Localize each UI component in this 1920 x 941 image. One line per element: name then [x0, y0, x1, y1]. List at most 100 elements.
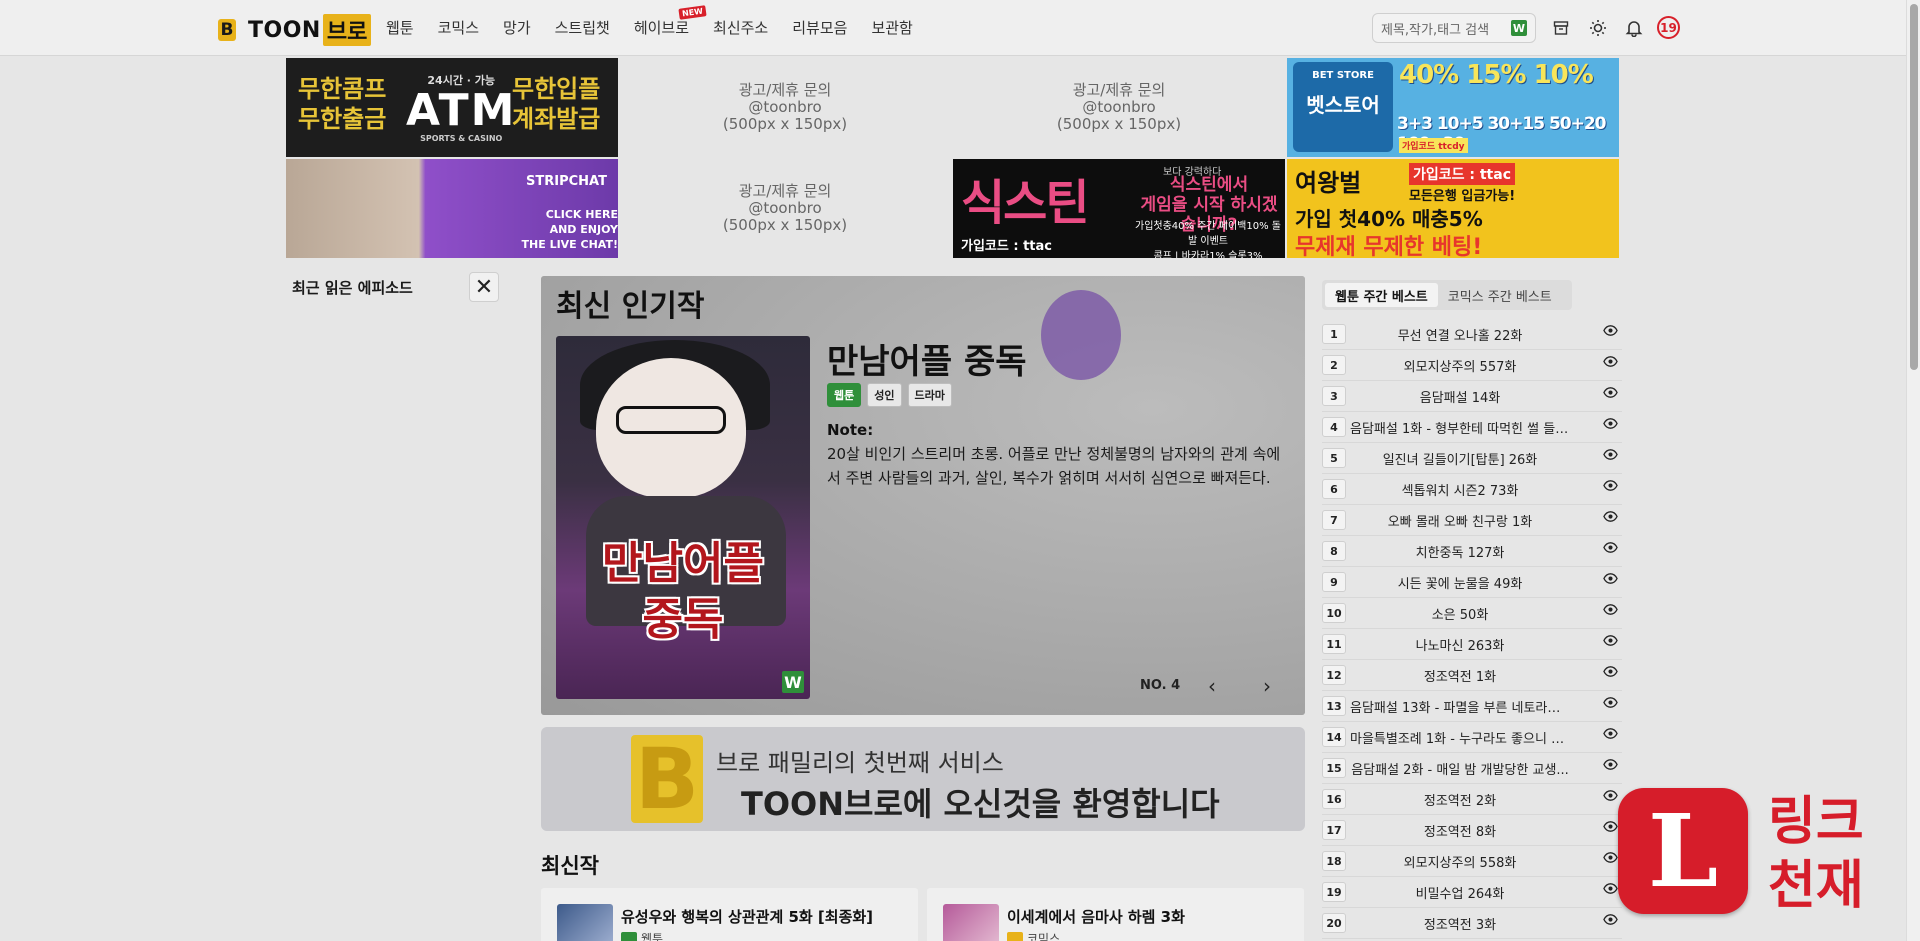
ad-queen-line2: 모든은행 입금가능!: [1409, 189, 1516, 204]
new-release-title: 이세계에서 음마사 하렘 3화: [1007, 908, 1185, 926]
ad-bet-pct: 40% 15% 10%: [1399, 60, 1594, 90]
nav-archive[interactable]: 보관함: [871, 17, 912, 38]
new-badge: NEW: [678, 5, 707, 20]
rank-title: 일진녀 길들이기[탑툰] 26화: [1382, 452, 1538, 468]
rank-row[interactable]: 20 정조역전 3화: [1322, 908, 1622, 939]
ad-placeholder-line: 광고/제휴 문의: [738, 182, 832, 200]
new-release-card[interactable]: 이세계에서 음마사 하렘 3화 코믹스: [927, 888, 1304, 941]
eye-icon: [1603, 819, 1618, 838]
nav-reviews[interactable]: 리뷰모음: [792, 17, 847, 38]
nav-comics[interactable]: 코믹스: [438, 17, 479, 38]
page-scrollbar[interactable]: [1906, 0, 1920, 941]
ad-strip-cta: CLICK HERE AND ENJOY THE LIVE CHAT!: [521, 208, 618, 251]
welcome-banner[interactable]: B 브로 패밀리의 첫번째 서비스 TOON브로에 오신것을 환영합니다: [541, 727, 1305, 831]
nav-latest-address[interactable]: 최신주소: [713, 17, 768, 38]
rank-title: 섹톱워치 시즌2 73화: [1401, 483, 1519, 499]
ad-placeholder-line: (500px x 150px): [1056, 115, 1182, 133]
rank-row[interactable]: 16 정조역전 2화: [1322, 784, 1622, 815]
rank-row[interactable]: 6 섹톱워치 시즌2 73화: [1322, 474, 1622, 505]
logo-toon-text: TOON: [248, 17, 321, 43]
rank-row[interactable]: 15 음담패설 2화 - 매일 밤 개발당한 교생...: [1322, 753, 1622, 784]
note-text: 20살 비인기 스트리머 초롱. 어플로 만난 정체불명의 남자와의 관계 속에…: [827, 445, 1281, 487]
weekly-best-list: 1 무선 연결 오나홀 22화 2 외모지상주의 557화 3 음담패설 14화 4 음담패설…: [1322, 319, 1622, 939]
rank-row[interactable]: 7 오빠 몰래 오빠 친구랑 1화: [1322, 505, 1622, 536]
tag-webtoon[interactable]: 웹툰: [827, 383, 862, 407]
hero-title[interactable]: 만남어플 중독: [827, 334, 1027, 383]
rank-row[interactable]: 12 정조역전 1화: [1322, 660, 1622, 691]
bell-icon[interactable]: [1623, 17, 1645, 39]
ad-placeholder-3[interactable]: 광고/제휴 문의 @toonbro (500px x 150px): [619, 159, 951, 258]
ad-placeholder-1[interactable]: 광고/제휴 문의 @toonbro (500px x 150px): [619, 58, 951, 157]
notification-count-badge[interactable]: 19: [1657, 16, 1680, 39]
rank-title: 치한중독 127화: [1415, 545, 1505, 561]
rank-row[interactable]: 8 치한중독 127화: [1322, 536, 1622, 567]
rank-row[interactable]: 19 비밀수업 264화: [1322, 877, 1622, 908]
tab-comics-weekly[interactable]: 코믹스 주간 베스트: [1438, 283, 1562, 307]
rank-row[interactable]: 18 외모지상주의 558화: [1322, 846, 1622, 877]
nav-manga[interactable]: 망가: [503, 17, 531, 38]
ad-queenbee-banner[interactable]: 여왕벌 가입코드 : ttac 모든은행 입금가능! 가입 첫40% 매충5% …: [1287, 159, 1619, 258]
rank-row[interactable]: 2 외모지상주의 557화: [1322, 350, 1622, 381]
rank-row[interactable]: 10 소은 50화: [1322, 598, 1622, 629]
nav-heybro[interactable]: 헤이브로 NEW: [634, 5, 707, 38]
rank-row[interactable]: 9 시든 꽃에 눈물을 49화: [1322, 567, 1622, 598]
eye-icon: [1603, 540, 1618, 559]
chevron-right-icon[interactable]: ›: [1263, 674, 1271, 698]
ad-placeholder-line: (500px x 150px): [722, 115, 848, 133]
rank-row[interactable]: 17 정조역전 8화: [1322, 815, 1622, 846]
site-logo[interactable]: B TOON 브로: [218, 14, 372, 46]
ad-betstore-banner[interactable]: BET STORE 벳스토어 40% 15% 10% 3+3 10+5 30+1…: [1287, 58, 1619, 157]
rank-title: 정조역전 1화: [1423, 669, 1497, 685]
ad-atm-big: ATM: [406, 85, 517, 136]
webtoon-w-icon[interactable]: W: [1511, 20, 1527, 36]
eye-icon: [1603, 602, 1618, 621]
nav-stripchat[interactable]: 스트립챗: [555, 17, 610, 38]
ad-atm-banner[interactable]: 무한콤프 무한출금 24시간 · 가능 ATM SPORTS & CASINO …: [286, 58, 618, 157]
scrollbar-thumb[interactable]: [1910, 4, 1918, 370]
ad-stripchat-banner[interactable]: STRIPCHAT CLICK HERE AND ENJOY THE LIVE …: [286, 159, 618, 258]
tag-drama[interactable]: 드라마: [907, 383, 952, 407]
eye-icon: [1603, 912, 1618, 931]
rank-title: 오빠 몰래 오빠 친구랑 1화: [1387, 514, 1533, 530]
rank-number: 10: [1322, 603, 1346, 623]
link-genius-logo[interactable]: L: [1618, 788, 1748, 914]
chevron-left-icon[interactable]: ‹: [1208, 674, 1216, 698]
welcome-line2: TOON브로에 오신것을 환영합니다: [741, 785, 1220, 823]
rank-number: 18: [1322, 851, 1346, 871]
rank-row[interactable]: 4 음담패설 1화 - 형부한테 따먹힌 썰 들려...: [1322, 412, 1622, 443]
rank-number: 14: [1322, 727, 1346, 747]
eye-icon: [1603, 416, 1618, 435]
tab-webtoon-weekly[interactable]: 웹툰 주간 베스트: [1325, 283, 1438, 307]
rank-title: 외모지상주의 558화: [1403, 855, 1517, 871]
category-label: 웹툰: [641, 932, 664, 941]
rank-row[interactable]: 5 일진녀 길들이기[탑툰] 26화: [1322, 443, 1622, 474]
new-releases-title: 최신작: [541, 854, 599, 878]
ad-placeholder-2[interactable]: 광고/제휴 문의 @toonbro (500px x 150px): [953, 58, 1285, 157]
cover-glasses: [616, 406, 726, 434]
rank-number: 17: [1322, 820, 1346, 840]
close-icon[interactable]: ✕: [469, 272, 499, 302]
search-input[interactable]: 제목,작가,태그 검색 W: [1372, 13, 1536, 43]
rank-row[interactable]: 11 나노마신 263화: [1322, 629, 1622, 660]
new-release-card[interactable]: 유성우와 행복의 상관관계 5화 [최종화] 웹툰: [541, 888, 918, 941]
rank-row[interactable]: 13 음담패설 13화 - 파멸을 부른 네토라세...: [1322, 691, 1622, 722]
tag-adult[interactable]: 성인: [867, 383, 902, 407]
sun-icon[interactable]: [1587, 17, 1609, 39]
rank-number: 6: [1322, 479, 1346, 499]
rank-title: 음담패설 2화 - 매일 밤 개발당한 교생...: [1351, 762, 1569, 778]
nav-webtoon[interactable]: 웹툰: [386, 17, 414, 38]
rank-row[interactable]: 1 무선 연결 오나홀 22화: [1322, 319, 1622, 350]
logo-bro-text: 브로: [322, 14, 372, 46]
archive-icon[interactable]: [1550, 17, 1572, 39]
ad-placeholder-line: @toonbro: [1082, 98, 1156, 116]
ad-bet-logo: BET STORE 벳스토어: [1293, 62, 1393, 152]
hero-cover-image[interactable]: 만남어플 중독 W: [556, 336, 810, 699]
ad-sixteen-banner[interactable]: 식스틴 가입코드 : ttac 보다 강력하다 식스틴에서 게임을 시작 하시겠…: [953, 159, 1285, 258]
search-placeholder: 제목,작가,태그 검색: [1381, 22, 1490, 38]
ad-queen-name: 여왕벌: [1295, 169, 1362, 197]
rank-row[interactable]: 3 음담패설 14화: [1322, 381, 1622, 412]
eye-icon: [1603, 478, 1618, 497]
hero-tags: 웹툰 성인 드라마: [827, 383, 958, 407]
rank-title: 마을특별조례 1화 - 누구라도 좋으니 나...: [1350, 731, 1574, 747]
rank-row[interactable]: 14 마을특별조례 1화 - 누구라도 좋으니 나...: [1322, 722, 1622, 753]
